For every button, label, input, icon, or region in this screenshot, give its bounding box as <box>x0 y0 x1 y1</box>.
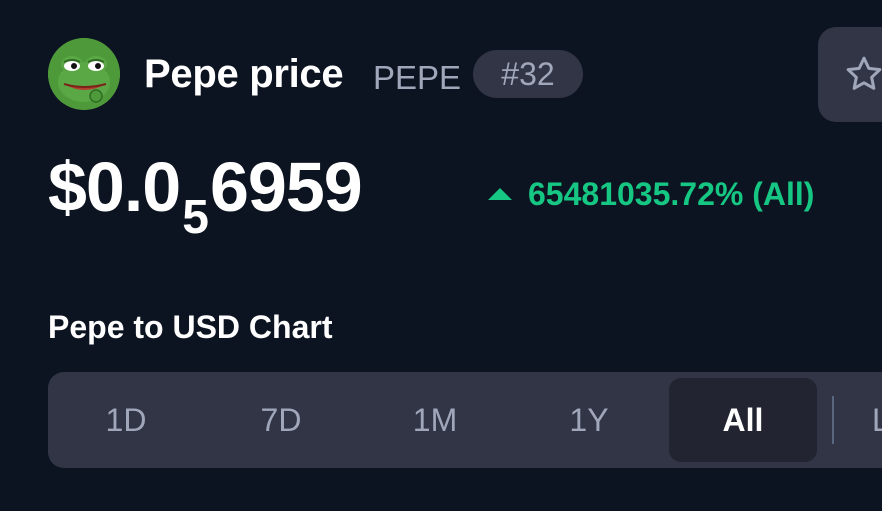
range-tab-all[interactable]: All <box>669 378 817 462</box>
coin-symbol: PEPE <box>373 59 462 96</box>
star-icon <box>846 56 882 90</box>
range-tab-7d[interactable]: 7D <box>207 378 355 462</box>
chart-range-selector: 1D 7D 1M 1Y All L <box>48 372 882 468</box>
rank-badge: #32 <box>473 50 583 98</box>
price-change-value: 65481035.72% (All) <box>528 176 815 212</box>
range-tab-1d[interactable]: 1D <box>52 378 200 462</box>
coin-name: Pepe price <box>144 52 344 96</box>
coin-price-page: Pepe price PEPE #32 $0.056959 65481035.7… <box>0 0 882 511</box>
range-tab-log[interactable]: L <box>872 378 882 462</box>
caret-up-icon <box>488 187 512 200</box>
current-price: $0.056959 <box>48 142 363 244</box>
chart-heading: Pepe to USD Chart <box>48 309 333 345</box>
pepe-logo-icon <box>48 38 120 110</box>
price-change: 65481035.72% (All) <box>488 172 814 216</box>
watchlist-button[interactable] <box>818 27 882 122</box>
price-digits: 6959 <box>209 148 363 226</box>
range-tab-1m[interactable]: 1M <box>361 378 509 462</box>
price-zero-count: 5 <box>182 191 209 244</box>
range-tab-1y[interactable]: 1Y <box>515 378 663 462</box>
range-divider <box>832 396 834 444</box>
price-prefix: $0.0 <box>48 148 181 226</box>
